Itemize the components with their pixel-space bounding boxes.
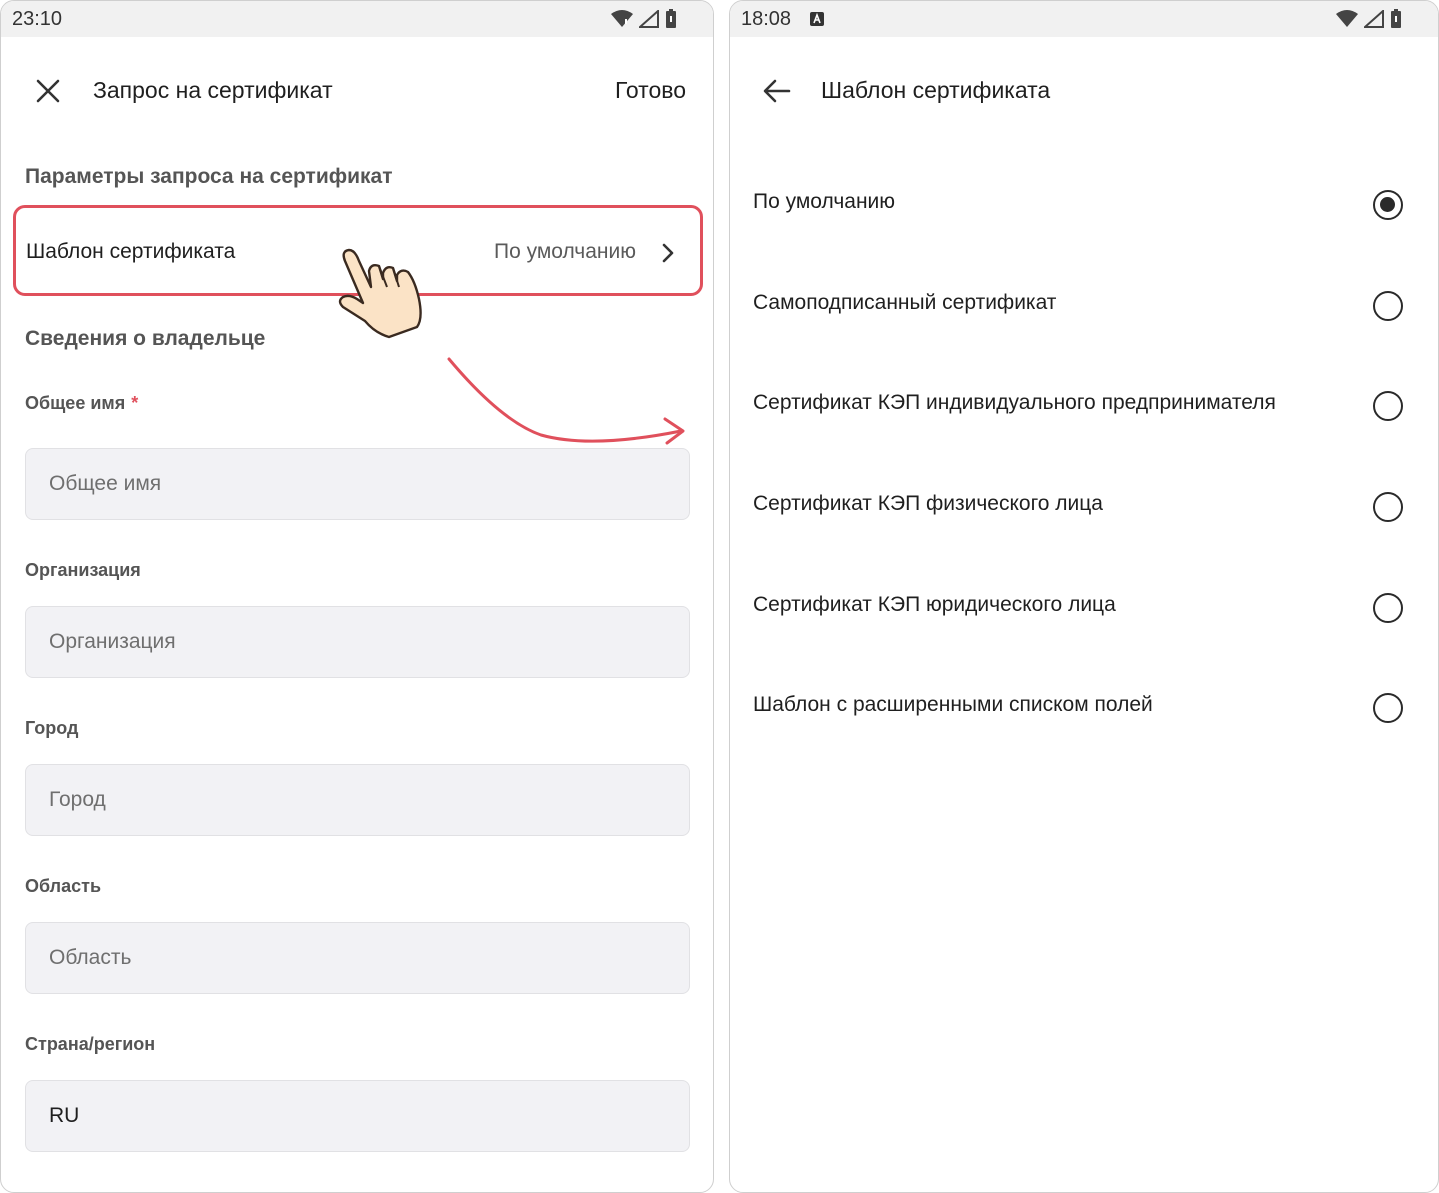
template-row-label: Шаблон сертификата bbox=[26, 240, 236, 263]
template-option[interactable]: Сертификат КЭП индивидуального предприни… bbox=[730, 355, 1438, 455]
chevron-right-icon bbox=[662, 243, 674, 263]
option-label: Сертификат КЭП индивидуального предприни… bbox=[753, 391, 1276, 414]
wifi-icon bbox=[611, 10, 633, 27]
template-row-value: По умолчанию bbox=[493, 240, 636, 263]
field-label-region: Область bbox=[25, 876, 102, 896]
option-label: По умолчанию bbox=[753, 190, 896, 213]
wifi-icon bbox=[1336, 10, 1358, 27]
radio-button-selected[interactable] bbox=[1373, 190, 1403, 220]
option-label: Сертификат КЭП физического лица bbox=[753, 492, 1103, 515]
status-time: 18:08 bbox=[741, 7, 792, 30]
radio-button[interactable] bbox=[1373, 693, 1403, 723]
radio-button[interactable] bbox=[1373, 492, 1403, 522]
radio-button[interactable] bbox=[1373, 391, 1403, 421]
template-option[interactable]: Сертификат КЭП юридического лица bbox=[730, 557, 1438, 657]
status-bar: 23:10 bbox=[1, 1, 713, 37]
required-mark: * bbox=[131, 393, 139, 413]
template-option[interactable]: Сертификат КЭП физического лица bbox=[730, 456, 1438, 556]
section-request-params: Параметры запроса на сертификат bbox=[25, 165, 393, 188]
template-option[interactable]: Шаблон с расширенными списком полей bbox=[730, 657, 1438, 757]
done-button[interactable]: Готово bbox=[615, 77, 686, 104]
option-label: Шаблон с расширенными списком полей bbox=[753, 693, 1153, 716]
region-field[interactable]: Область bbox=[25, 922, 690, 994]
request-screen: 23:10 Запрос на сертификат Готово Параме… bbox=[0, 0, 714, 1193]
template-option[interactable]: По умолчанию bbox=[730, 154, 1438, 254]
arrow-back-icon[interactable] bbox=[759, 73, 795, 109]
city-field[interactable]: Город bbox=[25, 764, 690, 836]
template-selection-screen: 18:08 Шаблон сертификата По умолчанию Са… bbox=[729, 0, 1439, 1193]
radio-button[interactable] bbox=[1373, 593, 1403, 623]
status-time: 23:10 bbox=[12, 7, 63, 30]
option-label: Самоподписанный сертификат bbox=[753, 291, 1057, 314]
common-name-field[interactable]: Общее имя bbox=[25, 448, 690, 520]
battery-icon bbox=[666, 9, 676, 28]
country-field[interactable]: RU bbox=[25, 1080, 690, 1152]
radio-button[interactable] bbox=[1373, 291, 1403, 321]
template-option[interactable]: Самоподписанный сертификат bbox=[730, 255, 1438, 355]
field-label-city: Город bbox=[25, 718, 79, 738]
keyboard-a-icon bbox=[810, 12, 825, 26]
status-bar: 18:08 bbox=[730, 1, 1438, 37]
section-owner-info: Сведения о владельце bbox=[25, 327, 266, 350]
option-label: Сертификат КЭП юридического лица bbox=[753, 593, 1116, 616]
app-bar: Шаблон сертификата bbox=[730, 59, 1438, 123]
page-title: Запрос на сертификат bbox=[93, 77, 333, 103]
certificate-template-row[interactable]: Шаблон сертификата По умолчанию bbox=[13, 205, 703, 296]
organization-field[interactable]: Организация bbox=[25, 606, 690, 678]
signal-icon bbox=[1364, 10, 1384, 28]
signal-icon bbox=[639, 10, 659, 28]
field-label-country: Страна/регион bbox=[25, 1034, 156, 1054]
page-title: Шаблон сертификата bbox=[821, 77, 1051, 103]
field-label-organization: Организация bbox=[25, 560, 141, 580]
app-bar: Запрос на сертификат Готово bbox=[1, 59, 713, 123]
field-label-common-name: Общее имя * bbox=[25, 393, 138, 414]
curved-arrow-icon bbox=[447, 357, 685, 445]
close-icon[interactable] bbox=[30, 73, 66, 109]
field-label-text: Общее имя bbox=[25, 393, 126, 413]
battery-icon bbox=[1391, 9, 1401, 28]
